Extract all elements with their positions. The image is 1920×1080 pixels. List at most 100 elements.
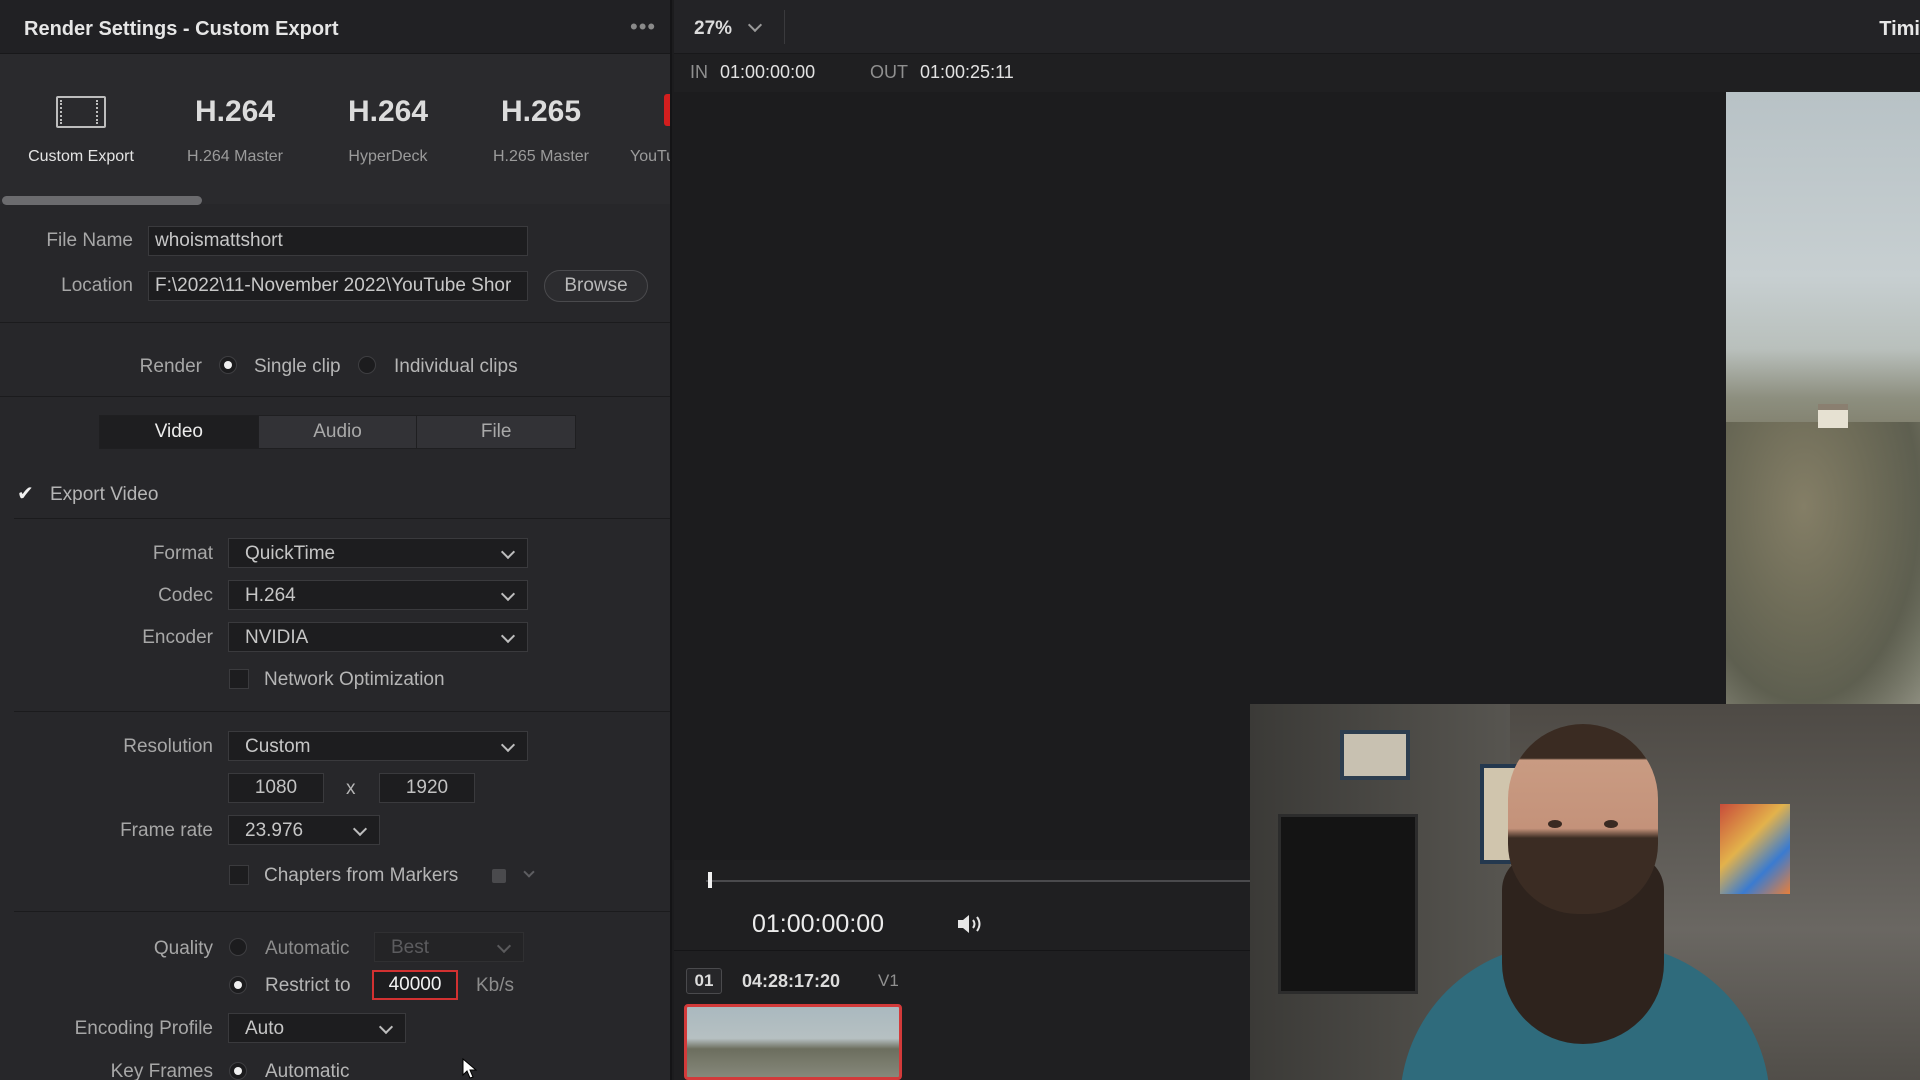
chevron-down-icon: [500, 544, 516, 560]
preset-codec: H.264: [347, 95, 429, 128]
webcam-overlay: [1250, 704, 1920, 1080]
divider: [0, 396, 670, 397]
bitrate-input[interactable]: 40000: [372, 970, 458, 1000]
clip-timecode: 04:28:17:20: [742, 971, 841, 991]
network-optimization-label: Network Optimization: [264, 669, 445, 690]
frame-rate-select[interactable]: 23.976: [228, 815, 380, 845]
preset-h265-master[interactable]: H.265 H.265 Master: [466, 92, 616, 166]
eye: [1548, 820, 1562, 828]
individual-clips-label: Individual clips: [394, 356, 518, 377]
encoding-profile-select[interactable]: Auto: [228, 1013, 406, 1043]
browse-button[interactable]: Browse: [544, 270, 648, 302]
export-video-checkbox[interactable]: [16, 481, 36, 506]
location-input[interactable]: F:\2022\11-November 2022\YouTube Shor: [148, 271, 528, 301]
marker-color-icon[interactable]: [492, 869, 506, 883]
divider: [14, 711, 670, 712]
film-icon: [56, 96, 106, 128]
panel-title: Render Settings - Custom Export: [24, 18, 339, 40]
tab-video[interactable]: Video: [100, 416, 259, 448]
preset-label: HyperDeck: [348, 148, 428, 165]
out-label: OUT: [870, 62, 908, 82]
preset-codec: H.265: [500, 95, 582, 128]
chevron-down-icon: [500, 737, 516, 753]
codec-value: H.264: [245, 585, 296, 606]
resolution-width-input[interactable]: 1080: [228, 773, 324, 803]
file-name-label: File Name: [46, 230, 133, 251]
colorful-art: [1720, 804, 1790, 894]
codec-select[interactable]: H.264: [228, 580, 528, 610]
youtube-logo-icon: [664, 94, 670, 126]
tab-audio[interactable]: Audio: [259, 416, 418, 448]
viewer-header: 27% Timi: [674, 0, 1920, 54]
divider: [674, 950, 1250, 951]
file-name-input[interactable]: whoismattshort: [148, 226, 528, 256]
preset-custom-export[interactable]: Custom Export: [6, 92, 156, 166]
chevron-down-icon: [352, 821, 368, 837]
divider: [0, 322, 670, 323]
more-icon[interactable]: •••: [630, 14, 656, 40]
key-frames-automatic-label: Automatic: [265, 1061, 350, 1080]
preset-label: H.265 Master: [492, 148, 590, 165]
tv-image: [1278, 814, 1418, 994]
encoder-label: Encoder: [142, 627, 213, 648]
encoder-select[interactable]: NVIDIA: [228, 622, 528, 652]
chapters-checkbox[interactable]: [229, 865, 249, 885]
format-value: QuickTime: [245, 543, 336, 564]
single-clip-radio[interactable]: [219, 356, 237, 374]
chevron-down-icon: [500, 628, 516, 644]
divider: [14, 911, 670, 912]
format-label: Format: [152, 543, 213, 564]
key-frames-label: Key Frames: [110, 1061, 213, 1080]
panel-header: Render Settings - Custom Export •••: [0, 0, 670, 54]
chevron-down-icon: [500, 586, 516, 602]
codec-label: Codec: [158, 585, 213, 606]
export-video-label: Export Video: [50, 484, 159, 505]
in-timecode[interactable]: 01:00:00:00: [720, 62, 815, 82]
network-optimization-checkbox[interactable]: [229, 669, 249, 689]
resolution-select[interactable]: Custom: [228, 731, 528, 761]
encoding-profile-value: Auto: [245, 1018, 285, 1039]
individual-clips-radio[interactable]: [358, 356, 376, 374]
divider: [14, 518, 670, 519]
in-point: IN 01:00:00:00: [690, 62, 815, 83]
tab-file[interactable]: File: [417, 416, 575, 448]
quality-restrict-label: Restrict to: [265, 975, 351, 996]
chevron-down-icon[interactable]: [523, 866, 535, 878]
out-point: OUT 01:00:25:11: [870, 62, 1014, 83]
encoding-profile-label: Encoding Profile: [74, 1018, 213, 1039]
render-label: Render: [139, 356, 202, 377]
render-settings-panel: Render Settings - Custom Export ••• Cust…: [0, 0, 672, 1080]
resolution-height-input[interactable]: 1920: [379, 773, 475, 803]
preset-label: YouTu: [630, 148, 672, 165]
quality-preset-select[interactable]: Best: [374, 932, 524, 962]
zoom-level[interactable]: 27%: [694, 18, 732, 40]
clip-thumbnail[interactable]: [684, 1004, 902, 1080]
resolution-x-separator: x: [346, 778, 356, 799]
speaker-icon[interactable]: [956, 912, 986, 936]
preset-hyperdeck[interactable]: H.264 HyperDeck: [313, 92, 463, 166]
out-timecode[interactable]: 01:00:25:11: [920, 62, 1014, 82]
encoder-value: NVIDIA: [245, 627, 309, 648]
quality-restrict-radio[interactable]: [229, 976, 247, 994]
clip-track: V1: [878, 971, 899, 990]
frame-rate-value: 23.976: [245, 820, 304, 841]
cliff-image: [1726, 422, 1920, 704]
bitrate-unit-label: Kb/s: [476, 975, 515, 996]
presets-scrollbar[interactable]: [2, 196, 202, 205]
single-clip-label: Single clip: [254, 356, 341, 377]
mouse-cursor-icon: [462, 1058, 478, 1079]
quality-automatic-radio[interactable]: [229, 938, 247, 956]
playhead[interactable]: [708, 872, 712, 888]
frame-rate-label: Frame rate: [120, 820, 213, 841]
format-select[interactable]: QuickTime: [228, 538, 528, 568]
scrub-bar[interactable]: [706, 880, 1266, 882]
preset-h264-master[interactable]: H.264 H.264 Master: [160, 92, 310, 166]
chevron-down-icon[interactable]: [747, 17, 763, 33]
key-frames-automatic-radio[interactable]: [229, 1062, 247, 1080]
render-presets: Custom Export H.264 H.264 Master H.264 H…: [0, 54, 672, 204]
chapters-label: Chapters from Markers: [264, 865, 459, 886]
preset-label: Custom Export: [28, 148, 134, 165]
settings-tabs: Video Audio File: [99, 415, 576, 449]
video-frame: [1726, 92, 1920, 704]
timeline-title: Timi: [1879, 18, 1920, 40]
